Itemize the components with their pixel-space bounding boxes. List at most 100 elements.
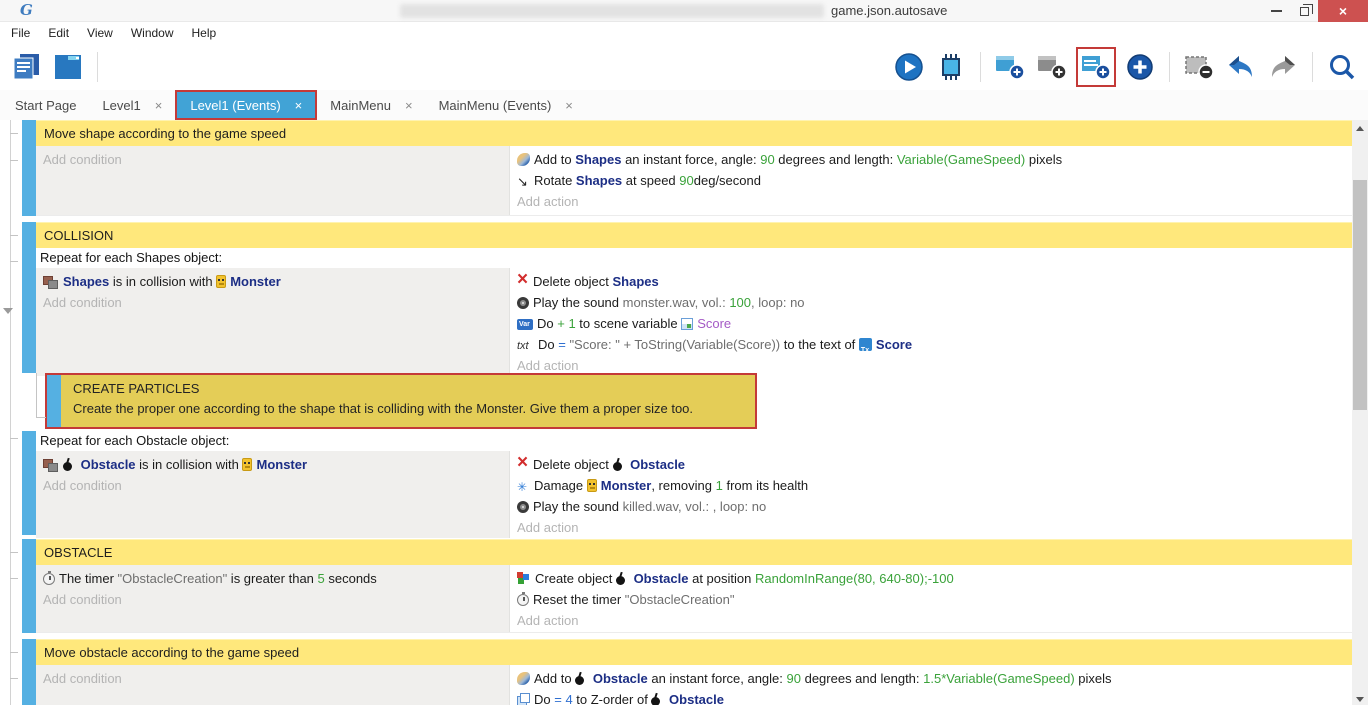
txt-icon bbox=[517, 338, 534, 351]
actions-column: Delete object Obstacle Damage Monster, r… bbox=[510, 451, 1352, 538]
delete-event-icon[interactable] bbox=[1181, 49, 1217, 85]
add-condition-link[interactable]: Add condition bbox=[36, 292, 509, 313]
add-condition-link[interactable]: Add condition bbox=[36, 149, 509, 170]
repeat-header[interactable]: Repeat for each Obstacle object: bbox=[36, 431, 1352, 451]
monster-icon bbox=[587, 479, 597, 492]
action-row[interactable]: Play the sound monster.wav, vol.: 100, l… bbox=[510, 292, 1352, 313]
event-handle[interactable] bbox=[22, 565, 36, 633]
tab-level1[interactable]: Level1 × bbox=[89, 90, 175, 120]
actions-column: Delete object Shapes Play the sound mons… bbox=[510, 268, 1352, 376]
event-handle[interactable] bbox=[22, 431, 36, 535]
add-event-icon[interactable] bbox=[992, 49, 1028, 85]
add-other-event-icon[interactable] bbox=[1122, 49, 1158, 85]
tab-start-page[interactable]: Start Page bbox=[2, 90, 89, 120]
close-button[interactable]: × bbox=[1318, 0, 1368, 22]
redo-icon[interactable] bbox=[1265, 49, 1301, 85]
condition-row[interactable]: Obstacle is in collision with Monster bbox=[36, 454, 509, 475]
monster-icon bbox=[242, 458, 252, 471]
toolbar-separator bbox=[1312, 52, 1313, 82]
selected-comment-block[interactable]: CREATE PARTICLES Create the proper one a… bbox=[45, 373, 757, 429]
scroll-up-icon[interactable] bbox=[1356, 126, 1364, 131]
add-condition-link[interactable]: Add condition bbox=[36, 668, 509, 689]
action-row[interactable]: Delete object Obstacle bbox=[510, 454, 1352, 475]
force-icon bbox=[517, 153, 530, 166]
debug-icon[interactable] bbox=[933, 49, 969, 85]
scrollbar-thumb[interactable] bbox=[1353, 180, 1367, 410]
tab-level1-events[interactable]: Level1 (Events) × bbox=[175, 90, 317, 120]
monster-icon bbox=[216, 275, 226, 288]
actions-column: Add to Shapes an instant force, angle: 9… bbox=[510, 146, 1352, 215]
scroll-down-icon[interactable] bbox=[1356, 697, 1364, 702]
comment-text[interactable]: COLLISION bbox=[36, 222, 1352, 248]
menu-help[interactable]: Help bbox=[183, 22, 226, 44]
tab-close-icon[interactable]: × bbox=[295, 98, 303, 113]
tab-close-icon[interactable]: × bbox=[405, 98, 413, 113]
restore-button[interactable] bbox=[1290, 0, 1318, 22]
toolbar-left-group bbox=[8, 49, 103, 85]
action-row[interactable]: Create object Obstacle at position Rando… bbox=[510, 568, 1352, 589]
menu-file[interactable]: File bbox=[2, 22, 39, 44]
undo-icon[interactable] bbox=[1223, 49, 1259, 85]
add-action-link[interactable]: Add action bbox=[510, 191, 1352, 212]
actions-column: Create object Obstacle at position Rando… bbox=[510, 565, 1352, 632]
minimize-button[interactable] bbox=[1262, 0, 1290, 22]
add-condition-link[interactable]: Add condition bbox=[36, 475, 509, 496]
menu-window[interactable]: Window bbox=[122, 22, 183, 44]
comment-body[interactable]: CREATE PARTICLES Create the proper one a… bbox=[61, 375, 755, 427]
event-handle[interactable] bbox=[22, 222, 36, 248]
comment-text[interactable]: Move obstacle according to the game spee… bbox=[36, 639, 1352, 665]
comment-text[interactable]: Move shape according to the game speed bbox=[36, 120, 1352, 146]
add-condition-link[interactable]: Add condition bbox=[36, 589, 509, 610]
repeat-header[interactable]: Repeat for each Shapes object: bbox=[36, 248, 1352, 268]
tab-close-icon[interactable]: × bbox=[155, 98, 163, 113]
conditions-column: Obstacle is in collision with Monster Ad… bbox=[36, 451, 510, 538]
comment-block[interactable]: OBSTACLE bbox=[22, 539, 1352, 565]
event-handle[interactable] bbox=[22, 665, 36, 705]
event-tree-line bbox=[10, 120, 11, 705]
action-row[interactable]: Add to Obstacle an instant force, angle:… bbox=[510, 668, 1352, 689]
menu-bar: File Edit View Window Help bbox=[0, 22, 1368, 44]
comment-block[interactable]: Move obstacle according to the game spee… bbox=[22, 639, 1352, 665]
action-row[interactable]: Do = 4 to Z-order of Obstacle bbox=[510, 689, 1352, 705]
add-action-link[interactable]: Add action bbox=[510, 610, 1352, 631]
action-row[interactable]: Delete object Shapes bbox=[510, 271, 1352, 292]
tab-mainmenu-events[interactable]: MainMenu (Events) × bbox=[426, 90, 586, 120]
start-scene-editor-icon[interactable] bbox=[50, 49, 86, 85]
event-handle[interactable] bbox=[22, 639, 36, 665]
event-handle[interactable] bbox=[22, 248, 36, 373]
tree-tick bbox=[10, 261, 18, 262]
condition-row[interactable]: The timer "ObstacleCreation" is greater … bbox=[36, 568, 509, 589]
comment-block[interactable]: COLLISION bbox=[22, 222, 1352, 248]
fold-arrow-icon[interactable] bbox=[3, 308, 13, 314]
event-handle[interactable] bbox=[47, 375, 61, 427]
event-handle[interactable] bbox=[22, 539, 36, 565]
action-row[interactable]: Do = "Score: " + ToString(Variable(Score… bbox=[510, 334, 1352, 355]
timer-icon bbox=[43, 573, 55, 585]
toolbar bbox=[0, 44, 1368, 90]
event-handle[interactable] bbox=[22, 146, 36, 216]
toolbar-separator bbox=[980, 52, 981, 82]
event-handle[interactable] bbox=[22, 120, 36, 146]
tab-close-icon[interactable]: × bbox=[565, 98, 573, 113]
vertical-scrollbar[interactable] bbox=[1352, 120, 1368, 705]
sound-icon bbox=[517, 297, 529, 309]
action-row[interactable]: Do + 1 to scene variable Score bbox=[510, 313, 1352, 334]
condition-row[interactable]: Shapes is in collision with Monster bbox=[36, 271, 509, 292]
conditions-column: Add condition bbox=[36, 146, 510, 215]
add-sub-event-icon[interactable] bbox=[1034, 49, 1070, 85]
action-row[interactable]: Add to Shapes an instant force, angle: 9… bbox=[510, 149, 1352, 170]
project-manager-icon[interactable] bbox=[8, 49, 44, 85]
menu-edit[interactable]: Edit bbox=[39, 22, 78, 44]
action-row[interactable]: Damage Monster, removing 1 from its heal… bbox=[510, 475, 1352, 496]
action-row[interactable]: Play the sound killed.wav, vol.: , loop:… bbox=[510, 496, 1352, 517]
add-comment-icon[interactable] bbox=[1076, 47, 1116, 87]
action-row[interactable]: Rotate Shapes at speed 90deg/second bbox=[510, 170, 1352, 191]
action-row[interactable]: Reset the timer "ObstacleCreation" bbox=[510, 589, 1352, 610]
window-title: game.json.autosave bbox=[831, 3, 947, 18]
tab-mainmenu[interactable]: MainMenu × bbox=[317, 90, 425, 120]
play-icon[interactable] bbox=[891, 49, 927, 85]
search-icon[interactable] bbox=[1324, 49, 1360, 85]
comment-block[interactable]: Move shape according to the game speed bbox=[22, 120, 1352, 146]
menu-view[interactable]: View bbox=[78, 22, 122, 44]
comment-text[interactable]: OBSTACLE bbox=[36, 539, 1352, 565]
